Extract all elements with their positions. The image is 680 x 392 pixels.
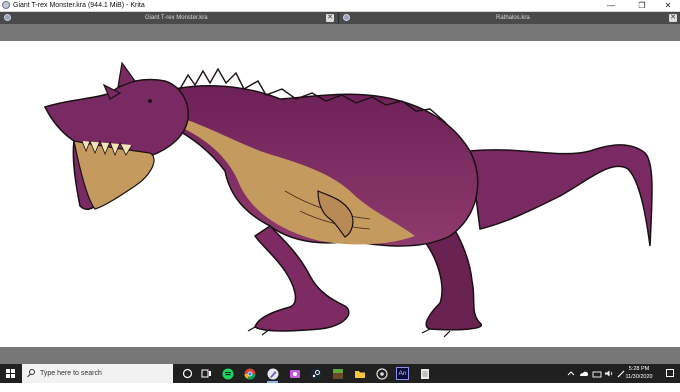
spotify-icon[interactable] bbox=[220, 366, 235, 381]
minimize-button[interactable]: — bbox=[599, 0, 623, 11]
canvas-bottom-margin bbox=[0, 347, 680, 364]
drawing-canvas[interactable] bbox=[0, 41, 680, 347]
tab-giant-t-rex[interactable]: Giant T-rex Monster.kra ✕ bbox=[0, 12, 339, 24]
minecraft-icon[interactable] bbox=[330, 366, 345, 381]
notification-icon[interactable] bbox=[666, 369, 674, 377]
search-box[interactable]: Type here to search bbox=[22, 364, 173, 383]
window-titlebar: Giant T-rex Monster.kra (944.1 MiB) - Kr… bbox=[0, 0, 680, 12]
krita-app-icon bbox=[2, 1, 10, 9]
krita-doc-icon bbox=[4, 14, 11, 21]
dinosaur-drawing bbox=[43, 61, 653, 338]
start-button[interactable] bbox=[0, 364, 22, 383]
animate-label: An bbox=[396, 367, 409, 380]
tab-label: Giant T-rex Monster.kra bbox=[145, 15, 208, 21]
windows-taskbar: Type here to search An 5:28 PM 11/30/202… bbox=[0, 364, 680, 383]
tab-close-icon[interactable]: ✕ bbox=[326, 14, 334, 22]
krita-icon[interactable] bbox=[265, 366, 280, 383]
task-view-icon[interactable] bbox=[199, 366, 214, 381]
animate-icon[interactable]: An bbox=[395, 366, 410, 381]
network-icon[interactable] bbox=[592, 364, 602, 383]
search-placeholder: Type here to search bbox=[40, 370, 102, 377]
cortana-icon[interactable] bbox=[180, 366, 195, 381]
obs-icon[interactable] bbox=[374, 366, 389, 381]
system-clock[interactable]: 5:28 PM 11/30/2020 bbox=[622, 366, 656, 381]
tray-chevron-icon[interactable] bbox=[567, 364, 575, 383]
krita-doc-icon bbox=[343, 14, 350, 21]
onedrive-icon[interactable] bbox=[579, 364, 589, 383]
chrome-icon[interactable] bbox=[242, 366, 257, 381]
document-tab-bar: Giant T-rex Monster.kra ✕ Rathalos.kra ✕ bbox=[0, 12, 680, 24]
steam-icon[interactable] bbox=[308, 366, 323, 381]
tab-rathalos[interactable]: Rathalos.kra ✕ bbox=[339, 12, 680, 24]
clock-time: 5:28 PM bbox=[628, 366, 650, 372]
maximize-button[interactable]: ❐ bbox=[630, 0, 654, 11]
clock-date: 11/30/2020 bbox=[625, 373, 653, 380]
file-explorer-icon[interactable] bbox=[352, 366, 367, 381]
canvas-top-margin bbox=[0, 24, 680, 41]
tab-close-icon[interactable]: ✕ bbox=[669, 14, 677, 22]
volume-icon[interactable] bbox=[604, 364, 614, 383]
tab-label: Rathalos.kra bbox=[496, 15, 530, 21]
notepad-icon[interactable] bbox=[417, 366, 432, 381]
close-button[interactable]: ✕ bbox=[656, 0, 680, 11]
snip-icon[interactable] bbox=[287, 366, 302, 381]
window-title: Giant T-rex Monster.kra (944.1 MiB) - Kr… bbox=[13, 2, 145, 9]
